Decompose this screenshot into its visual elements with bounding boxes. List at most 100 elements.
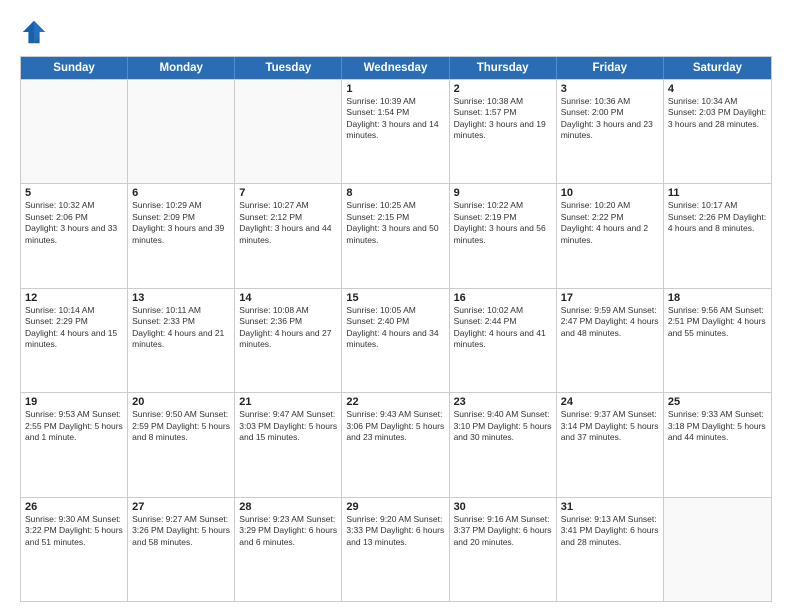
calendar-cell: 27Sunrise: 9:27 AM Sunset: 3:26 PM Dayli… <box>128 498 235 601</box>
day-info: Sunrise: 10:27 AM Sunset: 2:12 PM Daylig… <box>239 200 337 246</box>
calendar-cell: 21Sunrise: 9:47 AM Sunset: 3:03 PM Dayli… <box>235 393 342 496</box>
day-number: 19 <box>25 396 123 408</box>
calendar-cell: 30Sunrise: 9:16 AM Sunset: 3:37 PM Dayli… <box>450 498 557 601</box>
calendar-cell: 23Sunrise: 9:40 AM Sunset: 3:10 PM Dayli… <box>450 393 557 496</box>
day-info: Sunrise: 10:14 AM Sunset: 2:29 PM Daylig… <box>25 305 123 351</box>
day-number: 29 <box>346 501 444 513</box>
header-day-tuesday: Tuesday <box>235 57 342 79</box>
calendar: SundayMondayTuesdayWednesdayThursdayFrid… <box>20 56 772 602</box>
calendar-week-1: 1Sunrise: 10:39 AM Sunset: 1:54 PM Dayli… <box>21 79 771 183</box>
calendar-cell <box>235 80 342 183</box>
day-info: Sunrise: 10:05 AM Sunset: 2:40 PM Daylig… <box>346 305 444 351</box>
calendar-cell: 31Sunrise: 9:13 AM Sunset: 3:41 PM Dayli… <box>557 498 664 601</box>
calendar-cell <box>21 80 128 183</box>
day-number: 14 <box>239 292 337 304</box>
day-number: 8 <box>346 187 444 199</box>
day-info: Sunrise: 10:32 AM Sunset: 2:06 PM Daylig… <box>25 200 123 246</box>
calendar-week-2: 5Sunrise: 10:32 AM Sunset: 2:06 PM Dayli… <box>21 183 771 287</box>
day-info: Sunrise: 10:08 AM Sunset: 2:36 PM Daylig… <box>239 305 337 351</box>
day-number: 9 <box>454 187 552 199</box>
calendar-cell: 16Sunrise: 10:02 AM Sunset: 2:44 PM Dayl… <box>450 289 557 392</box>
header-day-friday: Friday <box>557 57 664 79</box>
header-day-saturday: Saturday <box>664 57 771 79</box>
calendar-cell: 5Sunrise: 10:32 AM Sunset: 2:06 PM Dayli… <box>21 184 128 287</box>
calendar-cell: 10Sunrise: 10:20 AM Sunset: 2:22 PM Dayl… <box>557 184 664 287</box>
calendar-cell: 24Sunrise: 9:37 AM Sunset: 3:14 PM Dayli… <box>557 393 664 496</box>
calendar-cell: 12Sunrise: 10:14 AM Sunset: 2:29 PM Dayl… <box>21 289 128 392</box>
day-info: Sunrise: 10:38 AM Sunset: 1:57 PM Daylig… <box>454 96 552 142</box>
day-number: 1 <box>346 83 444 95</box>
day-number: 23 <box>454 396 552 408</box>
calendar-cell: 3Sunrise: 10:36 AM Sunset: 2:00 PM Dayli… <box>557 80 664 183</box>
day-number: 2 <box>454 83 552 95</box>
day-info: Sunrise: 9:37 AM Sunset: 3:14 PM Dayligh… <box>561 409 659 443</box>
calendar-cell: 1Sunrise: 10:39 AM Sunset: 1:54 PM Dayli… <box>342 80 449 183</box>
day-number: 4 <box>668 83 767 95</box>
calendar-cell: 25Sunrise: 9:33 AM Sunset: 3:18 PM Dayli… <box>664 393 771 496</box>
day-info: Sunrise: 10:20 AM Sunset: 2:22 PM Daylig… <box>561 200 659 246</box>
calendar-cell: 6Sunrise: 10:29 AM Sunset: 2:09 PM Dayli… <box>128 184 235 287</box>
day-info: Sunrise: 10:02 AM Sunset: 2:44 PM Daylig… <box>454 305 552 351</box>
day-number: 6 <box>132 187 230 199</box>
day-number: 20 <box>132 396 230 408</box>
day-number: 3 <box>561 83 659 95</box>
calendar-cell: 17Sunrise: 9:59 AM Sunset: 2:47 PM Dayli… <box>557 289 664 392</box>
day-number: 7 <box>239 187 337 199</box>
day-info: Sunrise: 9:40 AM Sunset: 3:10 PM Dayligh… <box>454 409 552 443</box>
calendar-cell: 9Sunrise: 10:22 AM Sunset: 2:19 PM Dayli… <box>450 184 557 287</box>
calendar-cell: 26Sunrise: 9:30 AM Sunset: 3:22 PM Dayli… <box>21 498 128 601</box>
day-number: 26 <box>25 501 123 513</box>
day-info: Sunrise: 9:59 AM Sunset: 2:47 PM Dayligh… <box>561 305 659 339</box>
day-number: 22 <box>346 396 444 408</box>
day-number: 17 <box>561 292 659 304</box>
day-info: Sunrise: 10:22 AM Sunset: 2:19 PM Daylig… <box>454 200 552 246</box>
day-info: Sunrise: 9:43 AM Sunset: 3:06 PM Dayligh… <box>346 409 444 443</box>
calendar-cell: 13Sunrise: 10:11 AM Sunset: 2:33 PM Dayl… <box>128 289 235 392</box>
calendar-cell: 28Sunrise: 9:23 AM Sunset: 3:29 PM Dayli… <box>235 498 342 601</box>
calendar-cell: 29Sunrise: 9:20 AM Sunset: 3:33 PM Dayli… <box>342 498 449 601</box>
calendar-cell <box>128 80 235 183</box>
day-number: 18 <box>668 292 767 304</box>
day-number: 11 <box>668 187 767 199</box>
day-info: Sunrise: 9:23 AM Sunset: 3:29 PM Dayligh… <box>239 514 337 548</box>
calendar-cell: 18Sunrise: 9:56 AM Sunset: 2:51 PM Dayli… <box>664 289 771 392</box>
day-info: Sunrise: 10:11 AM Sunset: 2:33 PM Daylig… <box>132 305 230 351</box>
header-day-wednesday: Wednesday <box>342 57 449 79</box>
day-number: 30 <box>454 501 552 513</box>
day-info: Sunrise: 10:39 AM Sunset: 1:54 PM Daylig… <box>346 96 444 142</box>
day-number: 21 <box>239 396 337 408</box>
day-info: Sunrise: 9:30 AM Sunset: 3:22 PM Dayligh… <box>25 514 123 548</box>
logo <box>20 18 52 46</box>
logo-icon <box>20 18 48 46</box>
calendar-cell: 20Sunrise: 9:50 AM Sunset: 2:59 PM Dayli… <box>128 393 235 496</box>
day-number: 31 <box>561 501 659 513</box>
day-info: Sunrise: 10:17 AM Sunset: 2:26 PM Daylig… <box>668 200 767 234</box>
day-info: Sunrise: 9:33 AM Sunset: 3:18 PM Dayligh… <box>668 409 767 443</box>
calendar-cell: 7Sunrise: 10:27 AM Sunset: 2:12 PM Dayli… <box>235 184 342 287</box>
day-info: Sunrise: 9:27 AM Sunset: 3:26 PM Dayligh… <box>132 514 230 548</box>
calendar-body: 1Sunrise: 10:39 AM Sunset: 1:54 PM Dayli… <box>21 79 771 601</box>
calendar-cell: 14Sunrise: 10:08 AM Sunset: 2:36 PM Dayl… <box>235 289 342 392</box>
calendar-cell: 8Sunrise: 10:25 AM Sunset: 2:15 PM Dayli… <box>342 184 449 287</box>
day-number: 25 <box>668 396 767 408</box>
day-info: Sunrise: 10:25 AM Sunset: 2:15 PM Daylig… <box>346 200 444 246</box>
day-info: Sunrise: 10:36 AM Sunset: 2:00 PM Daylig… <box>561 96 659 142</box>
page: SundayMondayTuesdayWednesdayThursdayFrid… <box>0 0 792 612</box>
calendar-header-row: SundayMondayTuesdayWednesdayThursdayFrid… <box>21 57 771 79</box>
day-number: 13 <box>132 292 230 304</box>
calendar-cell <box>664 498 771 601</box>
day-info: Sunrise: 9:16 AM Sunset: 3:37 PM Dayligh… <box>454 514 552 548</box>
calendar-cell: 2Sunrise: 10:38 AM Sunset: 1:57 PM Dayli… <box>450 80 557 183</box>
calendar-cell: 22Sunrise: 9:43 AM Sunset: 3:06 PM Dayli… <box>342 393 449 496</box>
calendar-cell: 15Sunrise: 10:05 AM Sunset: 2:40 PM Dayl… <box>342 289 449 392</box>
calendar-week-5: 26Sunrise: 9:30 AM Sunset: 3:22 PM Dayli… <box>21 497 771 601</box>
day-number: 15 <box>346 292 444 304</box>
day-info: Sunrise: 10:34 AM Sunset: 2:03 PM Daylig… <box>668 96 767 130</box>
day-number: 28 <box>239 501 337 513</box>
day-info: Sunrise: 9:50 AM Sunset: 2:59 PM Dayligh… <box>132 409 230 443</box>
day-info: Sunrise: 9:47 AM Sunset: 3:03 PM Dayligh… <box>239 409 337 443</box>
day-number: 27 <box>132 501 230 513</box>
day-number: 10 <box>561 187 659 199</box>
header-day-thursday: Thursday <box>450 57 557 79</box>
day-info: Sunrise: 10:29 AM Sunset: 2:09 PM Daylig… <box>132 200 230 246</box>
